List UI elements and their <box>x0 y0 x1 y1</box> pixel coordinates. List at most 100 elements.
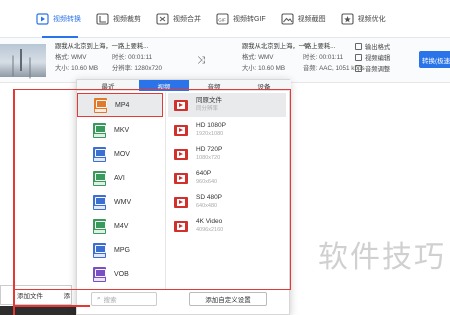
nav-label: 视频截图 <box>297 15 326 23</box>
resolution-item-4k[interactable]: 4K Video 4096x2160 <box>168 214 286 238</box>
nav-label: 视频裁剪 <box>113 15 141 23</box>
format-label: MPG <box>114 246 130 254</box>
nav-item-video-screenshot[interactable]: 视频截图 <box>275 0 335 38</box>
mkv-icon <box>93 122 106 138</box>
format-label: MP4 <box>115 101 130 109</box>
m4v-icon <box>93 218 106 234</box>
source-title: 跟我从北京到上海，一路上要耗... <box>55 43 149 50</box>
output-size: 大小: 10.60 MB <box>242 65 286 72</box>
resolution-size: 1080x720 <box>196 155 221 161</box>
nav-item-video-crop[interactable]: 视频裁剪 <box>90 0 150 38</box>
resolution-size: 同分辨率 <box>196 106 219 112</box>
gif-icon: GIF <box>216 12 229 25</box>
mpg-icon <box>93 242 106 258</box>
format-label: M4V <box>114 222 129 230</box>
video-thumbnail[interactable] <box>0 44 46 77</box>
format-search-input[interactable]: ⌕ 搜索 <box>91 292 157 306</box>
resolution-size: 4096x2160 <box>196 227 224 233</box>
format-item-mp4[interactable]: MP4 <box>77 93 163 117</box>
resolution-item-640p[interactable]: 640P 960x640 <box>168 166 286 190</box>
source-size: 大小: 10.60 MB <box>55 65 99 72</box>
tab-video[interactable]: 视频 <box>139 80 189 91</box>
nav-item-video-merge[interactable]: 视频合并 <box>150 0 210 38</box>
resolution-size: 960x640 <box>196 179 218 185</box>
tab-device[interactable]: 设备 <box>239 80 289 91</box>
format-item-mkv[interactable]: MKV <box>77 118 163 142</box>
resolution-name: HD 1080P <box>196 122 226 129</box>
resolution-item-1080p[interactable]: HD 1080P 1920x1080 <box>168 118 286 142</box>
output-duration: 时长: 00:01:11 <box>303 54 344 61</box>
video-file-icon <box>174 124 188 136</box>
nav-label: 视频转换 <box>53 15 81 23</box>
format-label: WMV <box>114 198 132 206</box>
nav-item-video-convert[interactable]: 视频转换 <box>30 0 90 38</box>
resolution-name: 同原文件 <box>196 97 222 104</box>
format-label: MKV <box>114 126 130 134</box>
nav-item-video-to-gif[interactable]: GIF 视频转GIF <box>210 0 275 38</box>
export-format-label: 输出格式 <box>365 44 391 51</box>
source-resolution: 分辨率: 1280x720 <box>112 65 163 72</box>
audio-adjust-icon <box>355 65 362 72</box>
search-placeholder: 搜索 <box>103 297 117 304</box>
format-label: MOV <box>114 150 130 158</box>
resolution-item-original[interactable]: 同原文件 同分辨率 <box>168 93 286 117</box>
resolution-name: 640P <box>196 170 212 177</box>
highlight-line-horizontal <box>13 305 90 307</box>
export-format-icon <box>355 43 362 50</box>
format-item-vob[interactable]: VOB <box>77 262 163 286</box>
source-duration: 时长: 00:01:11 <box>112 54 153 61</box>
svg-text:GIF: GIF <box>218 17 226 22</box>
audio-adjust-link[interactable]: 音频调整 <box>355 64 390 73</box>
format-label: AVI <box>114 174 125 182</box>
video-file-icon <box>174 99 188 111</box>
audio-adjust-label: 音频调整 <box>365 66 391 73</box>
output-format: 格式: WMV <box>242 54 274 61</box>
tab-recent[interactable]: 最近 <box>77 80 139 91</box>
merge-icon <box>156 12 169 25</box>
export-format-link[interactable]: 输出格式 <box>355 42 390 51</box>
bottom-strip <box>0 306 76 315</box>
resolution-name: SD 480P <box>196 194 223 201</box>
source-format: 格式: WMV <box>55 54 87 61</box>
edit-name-icon[interactable]: ✎ <box>303 42 310 51</box>
vob-icon <box>93 266 106 282</box>
video-edit-icon <box>355 54 362 61</box>
optimize-icon <box>341 12 354 25</box>
watermark-text: 软件技巧 <box>318 240 446 275</box>
resolution-item-480p[interactable]: SD 480P 640x480 <box>168 190 286 214</box>
video-edit-link[interactable]: 视频编辑 <box>355 53 390 62</box>
add-file-button[interactable]: 添加文件 <box>0 285 60 305</box>
format-tabs: 最近 视频 音频 设备 <box>77 80 291 91</box>
nav-item-video-optimize[interactable]: 视频优化 <box>335 0 395 38</box>
format-item-mpg[interactable]: MPG <box>77 238 163 262</box>
video-file-icon <box>174 196 188 208</box>
add-custom-setting-button[interactable]: 添加自定义设置 <box>189 292 267 306</box>
format-label: VOB <box>114 270 129 278</box>
format-item-m4v[interactable]: M4V <box>77 214 163 238</box>
top-navigation: 视频转换 视频裁剪 视频合并 GIF 视频转GIF 视频截图 视频优化 <box>0 0 450 38</box>
nav-label: 视频合并 <box>173 15 201 23</box>
add-folder-button[interactable]: 添 <box>58 285 72 305</box>
format-item-wmv[interactable]: WMV <box>77 190 163 214</box>
search-icon: ⌕ <box>97 295 101 302</box>
mp4-icon <box>94 97 107 113</box>
format-popup: 最近 视频 音频 设备 MP4 MKV MOV AVI WMV M4V MPG … <box>76 79 291 315</box>
tab-audio[interactable]: 音频 <box>189 80 239 91</box>
convert-button[interactable]: 转换(极速) <box>419 51 450 68</box>
resolution-size: 1920x1080 <box>196 131 224 137</box>
resolution-item-720p[interactable]: HD 720P 1080x720 <box>168 142 286 166</box>
video-file-icon <box>174 172 188 184</box>
screenshot-icon <box>281 12 294 25</box>
video-file-icon <box>174 148 188 160</box>
nav-label: 视频优化 <box>357 15 386 23</box>
format-item-avi[interactable]: AVI <box>77 166 163 190</box>
resolution-size: 640x480 <box>196 203 218 209</box>
crop-icon <box>96 12 109 25</box>
mov-icon <box>93 146 106 162</box>
format-list: MP4 MKV MOV AVI WMV M4V MPG VOB <box>77 92 165 315</box>
convert-icon <box>36 12 49 25</box>
format-item-mov[interactable]: MOV <box>77 142 163 166</box>
shuffle-icon: ⤨ <box>197 55 205 66</box>
highlight-line-vertical <box>13 89 15 315</box>
video-file-icon <box>174 220 188 232</box>
